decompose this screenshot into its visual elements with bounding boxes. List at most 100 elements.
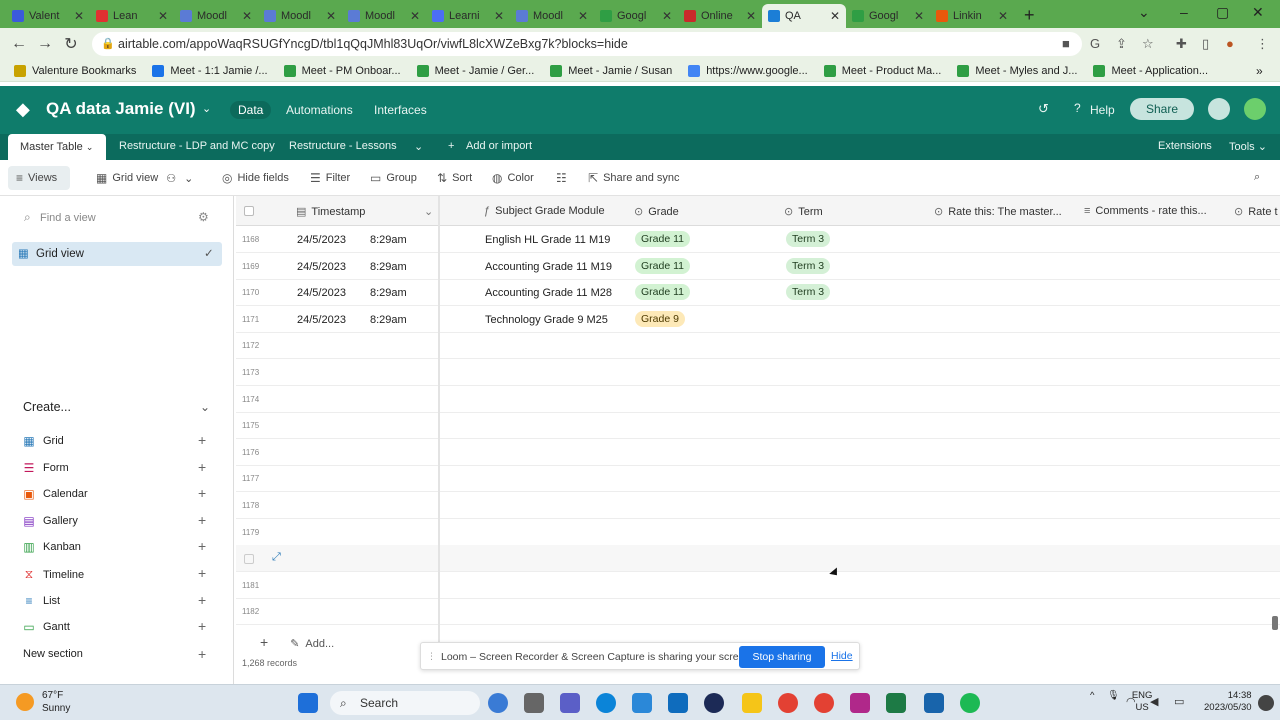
- bookmark-item[interactable]: Meet - Application...: [1093, 64, 1208, 77]
- hide-banner-link[interactable]: Hide: [831, 650, 853, 662]
- grid-view-switcher[interactable]: ▦ Grid view ⚇ ⌄: [96, 171, 193, 185]
- timestamp-date[interactable]: 24/5/2023: [297, 261, 346, 273]
- close-tab-icon[interactable]: ✕: [494, 9, 504, 23]
- add-icon[interactable]: +: [198, 618, 206, 634]
- table-row[interactable]: 1173: [236, 359, 1280, 386]
- column-header-term[interactable]: ⊙ Term: [784, 205, 823, 219]
- chrome-profile-icon[interactable]: [814, 693, 834, 713]
- column-header-grade[interactable]: ⊙ Grade: [634, 205, 679, 219]
- nav-data[interactable]: Data: [230, 101, 272, 119]
- tools-button[interactable]: Tools ⌄: [1229, 140, 1267, 153]
- close-tab-icon[interactable]: ✕: [578, 9, 588, 23]
- profile-icon[interactable]: ●: [1226, 36, 1234, 51]
- gear-icon[interactable]: ⚙: [198, 210, 209, 224]
- expand-row-icon[interactable]: ⤢: [272, 551, 281, 564]
- add-icon[interactable]: +: [198, 538, 206, 554]
- notifications-badge-icon[interactable]: [1258, 695, 1274, 711]
- column-header-timestamp[interactable]: ▤ Timestamp: [296, 205, 365, 219]
- group-button[interactable]: ▭ Group: [370, 171, 417, 185]
- tab-restructure-ldp[interactable]: Restructure - LDP and MC copy: [119, 140, 275, 152]
- horizontal-scrollbar[interactable]: [1272, 616, 1278, 630]
- extensions-puzzle-icon[interactable]: ✚: [1176, 36, 1187, 52]
- browser-tab[interactable]: Googl ✕: [846, 4, 930, 28]
- add-icon[interactable]: +: [198, 592, 206, 608]
- table-row[interactable]: ⤢: [236, 545, 1280, 573]
- create-calendar[interactable]: ▣ Calendar: [22, 487, 87, 501]
- close-tab-icon[interactable]: ✕: [326, 9, 336, 23]
- browser-tab[interactable]: Linkin ✕: [930, 4, 1014, 28]
- bookmark-item[interactable]: Meet - Myles and J...: [957, 64, 1077, 77]
- notepad-icon[interactable]: [924, 693, 944, 713]
- new-section-button[interactable]: New section: [23, 648, 83, 660]
- volume-icon[interactable]: ◀: [1150, 695, 1158, 708]
- create-form[interactable]: ☰ Form: [22, 461, 69, 475]
- add-icon[interactable]: +: [198, 565, 206, 581]
- grade-pill[interactable]: Grade 11: [635, 231, 690, 247]
- edge-icon[interactable]: [596, 693, 616, 713]
- add-icon[interactable]: +: [198, 646, 206, 662]
- browser-tab[interactable]: Learni ✕: [426, 4, 510, 28]
- nav-interfaces[interactable]: Interfaces: [366, 101, 435, 119]
- table-row[interactable]: 1179: [236, 519, 1280, 546]
- bookmark-item[interactable]: Meet - PM Onboar...: [283, 64, 401, 77]
- column-header-comments[interactable]: ≡ Comments - rate this...: [1084, 205, 1207, 217]
- battery-icon[interactable]: ▭: [1174, 695, 1184, 708]
- create-section-label[interactable]: Create...: [23, 400, 71, 414]
- help-icon[interactable]: ?: [1074, 101, 1081, 115]
- grade-pill[interactable]: Grade 11: [635, 284, 690, 301]
- select-all-checkbox[interactable]: [244, 206, 254, 216]
- row-height-button[interactable]: ☷: [556, 171, 572, 185]
- create-kanban[interactable]: ▥ Kanban: [22, 540, 81, 554]
- history-icon[interactable]: ↺: [1038, 101, 1049, 117]
- bookmark-item[interactable]: Meet - Jamie / Susan: [550, 64, 672, 77]
- timestamp-date[interactable]: 24/5/2023: [297, 314, 346, 326]
- frozen-column-divider[interactable]: [438, 196, 440, 642]
- add-or-import-button[interactable]: Add or import: [466, 140, 532, 152]
- wifi-icon[interactable]: ◠: [1126, 695, 1136, 708]
- browser-tab[interactable]: Online ✕: [678, 4, 762, 28]
- folder-icon[interactable]: [742, 693, 762, 713]
- close-tab-icon[interactable]: ✕: [830, 9, 840, 23]
- airtable-logo-icon[interactable]: ◆: [16, 99, 30, 120]
- camera-icon[interactable]: ■: [1062, 36, 1070, 51]
- row-checkbox[interactable]: [244, 554, 254, 565]
- tab-restructure-lessons[interactable]: Restructure - Lessons: [289, 140, 397, 152]
- table-row[interactable]: 1172: [236, 332, 1280, 360]
- table-row[interactable]: 1178: [236, 492, 1280, 519]
- close-tab-icon[interactable]: ✕: [158, 9, 168, 23]
- weather-widget[interactable]: 67°F Sunny: [16, 689, 70, 715]
- bookmark-item[interactable]: Meet - 1:1 Jamie /...: [152, 64, 268, 77]
- close-tab-icon[interactable]: ✕: [410, 9, 420, 23]
- reload-icon[interactable]: ↻: [58, 34, 84, 54]
- microphone-icon[interactable]: 🎙: [1107, 690, 1119, 701]
- create-gantt[interactable]: ▭ Gantt: [22, 620, 70, 634]
- browser-tab[interactable]: Moodl ✕: [258, 4, 342, 28]
- subject-cell[interactable]: English HL Grade 11 M19: [485, 234, 610, 246]
- add-icon[interactable]: +: [198, 432, 206, 448]
- chevron-up-icon[interactable]: ^: [1090, 690, 1094, 701]
- tab-search-icon[interactable]: ⌄: [1138, 4, 1150, 21]
- browser-tab[interactable]: Googl ✕: [594, 4, 678, 28]
- slack-icon[interactable]: [850, 693, 870, 713]
- tab-master-table[interactable]: Master Table ⌄: [8, 134, 106, 160]
- share-button[interactable]: Share: [1130, 98, 1194, 120]
- subject-cell[interactable]: Accounting Grade 11 M28: [485, 287, 612, 299]
- bookmark-item[interactable]: Meet - Product Ma...: [823, 64, 941, 77]
- bookmark-item[interactable]: Meet - Jamie / Ger...: [416, 64, 534, 77]
- table-row[interactable]: 1171 24/5/2023 8:29am Technology Grade 9 M2…: [236, 306, 1280, 333]
- term-pill[interactable]: Term 3: [786, 257, 831, 274]
- table-row[interactable]: 1170 24/5/2023 8:29am Accounting Grade 11 M…: [236, 279, 1280, 307]
- color-button[interactable]: ◍ Color: [492, 171, 534, 185]
- table-row[interactable]: 1174: [236, 386, 1280, 413]
- add-icon[interactable]: +: [198, 512, 206, 528]
- chevron-down-icon[interactable]: ⌄: [200, 400, 210, 414]
- stop-sharing-button[interactable]: Stop sharing: [739, 646, 825, 668]
- close-tab-icon[interactable]: ✕: [662, 9, 672, 23]
- copilot-icon[interactable]: [488, 693, 508, 713]
- mail-icon[interactable]: [668, 693, 688, 713]
- taskbar-search[interactable]: ⌕ Search: [330, 691, 480, 715]
- store-icon[interactable]: [632, 693, 652, 713]
- timestamp-date[interactable]: 24/5/2023: [297, 287, 346, 299]
- create-list[interactable]: ≡ List: [22, 594, 60, 608]
- clock[interactable]: 14:38 2023/05/30: [1204, 690, 1252, 714]
